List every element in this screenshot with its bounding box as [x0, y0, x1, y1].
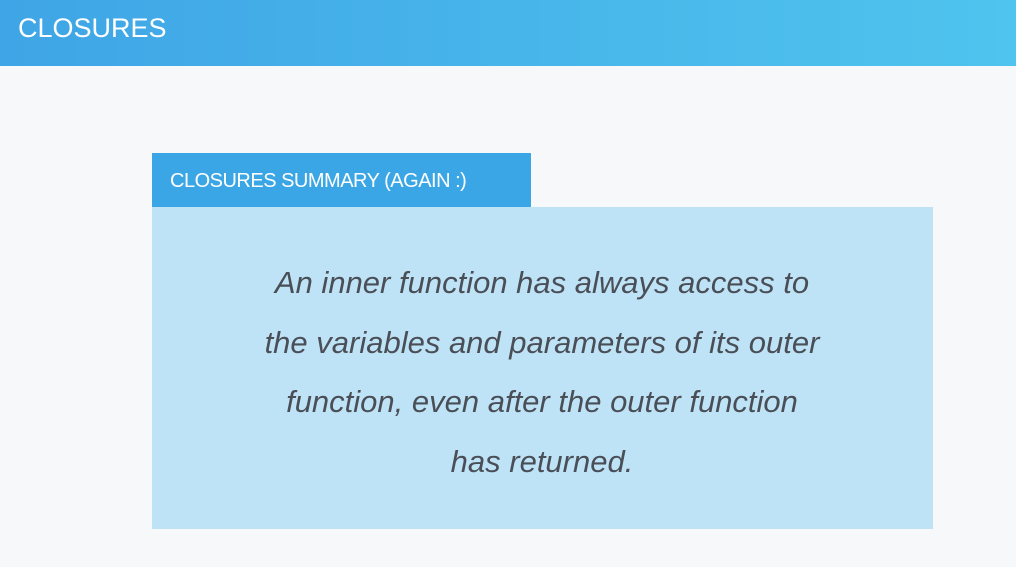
slide-header: CLOSURES: [0, 0, 1016, 66]
summary-line: An inner function has always access to: [274, 265, 810, 300]
summary-tab: CLOSURES SUMMARY (AGAIN :): [152, 153, 531, 207]
summary-box: An inner function has always access to t…: [152, 207, 933, 529]
summary-line: has returned.: [450, 443, 634, 479]
summary-text: An inner function has always access to t…: [242, 253, 842, 491]
slide-title: CLOSURES: [18, 13, 167, 43]
summary-line: the variables and parameters of its oute…: [264, 324, 820, 360]
summary-line: function, even after the outer function: [286, 384, 798, 419]
summary-tab-label: CLOSURES SUMMARY (AGAIN :): [170, 170, 467, 192]
